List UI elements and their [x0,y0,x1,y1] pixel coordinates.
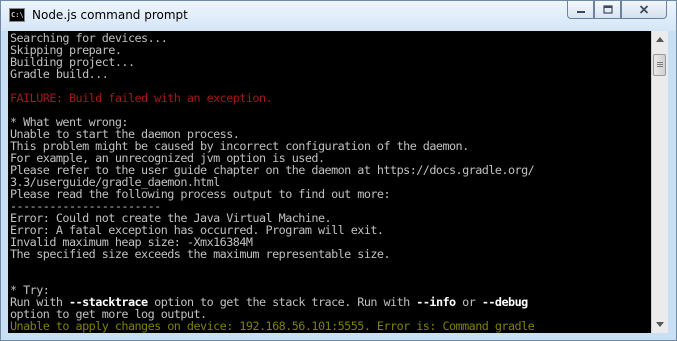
thumb-grip-line [657,64,663,65]
console-window: C:\. Node.js command prompt Searching fo… [0,0,677,341]
arrow-down-icon [656,322,664,327]
vertical-scrollbar[interactable] [651,31,668,333]
console-option-flag: --info [416,295,456,309]
arrow-up-icon [656,37,664,42]
cmd-app-icon[interactable]: C:\. [9,8,25,22]
console-text-segment: or [455,295,482,309]
scroll-thumb[interactable] [653,54,666,76]
close-icon [639,5,649,14]
minimize-button[interactable] [567,1,594,19]
minimize-icon [576,10,585,13]
console-line: FAILURE: Build failed with an exception. [10,91,273,105]
console-line: Unable to apply changes on device: 192.1… [10,319,535,333]
console-line: The specified size exceeds the maximum r… [10,247,391,261]
window-title: Node.js command prompt [32,8,188,22]
close-button[interactable] [621,1,667,19]
console-option-flag: --debug [481,295,528,309]
thumb-grip-line [657,66,663,67]
thumb-grip-line [657,62,663,63]
title-bar[interactable]: C:\. Node.js command prompt [1,1,676,31]
scroll-up-button[interactable] [652,31,668,48]
console-line: Gradle build... [10,67,109,81]
console-output[interactable]: Searching for devices... Skipping prepare… [8,31,651,333]
maximize-icon [602,5,613,14]
scroll-down-button[interactable] [652,316,668,333]
maximize-button[interactable] [594,1,621,19]
